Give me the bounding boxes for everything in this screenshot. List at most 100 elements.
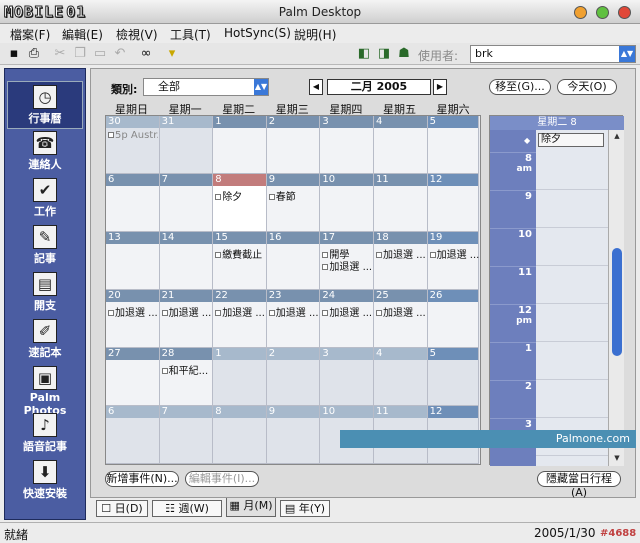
day-cell[interactable]: 22 加退選 ... xyxy=(213,290,267,348)
event-item[interactable]: 5p Austr... xyxy=(108,130,158,141)
day-cell[interactable]: 1 xyxy=(213,116,267,174)
sidebar-item-3[interactable]: ✎ 記事 xyxy=(7,222,83,270)
day-cell[interactable]: 27 xyxy=(106,348,160,406)
event-item[interactable]: 加退選 ... xyxy=(161,304,212,319)
time-slot[interactable] xyxy=(536,266,608,304)
find-binoculars-icon[interactable]: ∞ xyxy=(138,46,154,62)
edit-event-button[interactable]: 編輯事件(I)... xyxy=(185,471,259,487)
view-tab-1[interactable]: ☷ 週(W) xyxy=(152,500,222,517)
close-button[interactable] xyxy=(618,6,631,19)
next-month-button[interactable]: ▶ xyxy=(433,79,447,95)
day-cell[interactable]: 9 xyxy=(266,406,321,464)
sidebar-item-4[interactable]: ▤ 開支 xyxy=(7,269,83,317)
copy-icon[interactable]: ❐ xyxy=(72,46,88,62)
all-day-event[interactable]: 除夕 xyxy=(538,133,604,147)
day-cell[interactable]: 6 xyxy=(106,406,160,464)
user-select[interactable]: brk ▲▼ xyxy=(470,45,636,63)
day-cell[interactable]: 24 加退選 ... xyxy=(320,290,374,348)
sidebar-item-1[interactable]: ☎ 連絡人 xyxy=(7,128,83,176)
day-cell[interactable]: 26 xyxy=(427,290,479,348)
day-cell[interactable]: 4 xyxy=(374,116,428,174)
scroll-down-icon[interactable]: ▼ xyxy=(611,454,623,464)
day-scrollbar[interactable]: ▲ ▼ xyxy=(608,130,624,466)
event-item[interactable]: 加退選 ... xyxy=(376,304,426,319)
event-item[interactable]: 加退選 ... xyxy=(322,304,372,319)
day-cell[interactable]: 7 xyxy=(159,174,214,232)
today-button[interactable]: 今天(O) xyxy=(557,79,617,95)
menu-file[interactable]: 檔案(F) xyxy=(10,26,50,43)
menu-view[interactable]: 檢視(V) xyxy=(116,26,158,43)
day-cell[interactable]: 17 開學 加退選 ... xyxy=(320,232,374,290)
day-cell[interactable]: 19 加退選 ... xyxy=(427,232,480,290)
sidebar-item-0[interactable]: ◷ 行事曆 xyxy=(7,81,83,129)
time-slot[interactable] xyxy=(536,380,608,418)
day-cell[interactable]: 8 xyxy=(213,406,267,464)
day-cell[interactable]: 23 加退選 ... xyxy=(266,290,321,348)
time-slot[interactable] xyxy=(536,342,608,380)
user-icon[interactable]: ☗ xyxy=(396,46,412,62)
day-cell[interactable]: 25 加退選 ... xyxy=(374,290,428,348)
scroll-up-icon[interactable]: ▲ xyxy=(611,132,623,142)
day-cell[interactable]: 2 xyxy=(266,116,321,174)
day-cell[interactable]: 5 xyxy=(427,348,479,406)
day-cell[interactable]: 28 和平紀... xyxy=(159,348,214,406)
hotsync-icon[interactable]: ◧ xyxy=(356,46,372,62)
day-cell[interactable]: 13 xyxy=(106,232,160,290)
day-cell[interactable]: 31 xyxy=(159,116,214,174)
day-cell[interactable]: 4 xyxy=(374,348,428,406)
view-tab-2[interactable]: ▦ 月(M) xyxy=(226,498,276,517)
menu-edit[interactable]: 編輯(E) xyxy=(62,26,103,43)
paste-icon[interactable]: ▭ xyxy=(92,46,108,62)
view-tab-3[interactable]: ▤ 年(Y) xyxy=(280,500,330,517)
sidebar-item-8[interactable]: ⬇ 快速安裝 xyxy=(7,457,83,505)
day-cell[interactable]: 3 xyxy=(320,348,374,406)
day-cell[interactable]: 1 xyxy=(213,348,267,406)
day-cell[interactable]: 15 繳費截止 xyxy=(213,232,267,290)
day-cell[interactable]: 11 xyxy=(374,174,428,232)
day-cell[interactable]: 16 xyxy=(266,232,321,290)
save-icon[interactable]: ▪ xyxy=(6,46,22,62)
category-select[interactable]: 全部 ▲▼ xyxy=(143,78,269,96)
event-item[interactable]: 加退選 ... xyxy=(108,304,158,319)
sidebar-item-2[interactable]: ✔ 工作 xyxy=(7,175,83,223)
day-cell[interactable]: 2 xyxy=(266,348,321,406)
time-slot[interactable] xyxy=(536,304,608,342)
time-slot[interactable] xyxy=(536,228,608,266)
day-cell[interactable]: 18 加退選 ... xyxy=(374,232,428,290)
new-event-button[interactable]: 新增事件(N)... xyxy=(105,471,179,487)
sidebar-item-6[interactable]: ▣ Palm Photos xyxy=(7,363,83,417)
day-cell[interactable]: 9 春節 xyxy=(266,174,321,232)
day-cell[interactable]: 8 除夕 xyxy=(213,174,267,232)
event-item[interactable]: 加退選 ... xyxy=(322,258,372,273)
time-slot[interactable] xyxy=(536,190,608,228)
lock-icon[interactable]: ▾ xyxy=(164,46,180,62)
menu-hotsync[interactable]: HotSync(S) xyxy=(224,26,291,40)
goto-button[interactable]: 移至(G)... xyxy=(489,79,551,95)
time-slot[interactable] xyxy=(536,152,608,190)
undo-icon[interactable]: ↶ xyxy=(112,46,128,62)
zoom-button[interactable] xyxy=(596,6,609,19)
hide-day-events-button[interactable]: 隱藏當日行程(A) xyxy=(537,471,621,499)
minimize-button[interactable] xyxy=(574,6,587,19)
day-cell[interactable]: 6 xyxy=(106,174,160,232)
event-item[interactable]: 加退選 ... xyxy=(429,246,480,261)
event-item[interactable]: 和平紀... xyxy=(161,362,212,377)
day-cell[interactable]: 5 xyxy=(427,116,479,174)
event-item[interactable]: 春節 xyxy=(268,188,319,203)
install-tool-icon[interactable]: ◨ xyxy=(376,46,392,62)
prev-month-button[interactable]: ◀ xyxy=(309,79,323,95)
day-cell[interactable]: 12 xyxy=(427,174,479,232)
menu-tools[interactable]: 工具(T) xyxy=(170,26,211,43)
day-cell[interactable]: 10 xyxy=(320,174,374,232)
day-cell[interactable]: 7 xyxy=(159,406,214,464)
view-tab-0[interactable]: ☐ 日(D) xyxy=(96,500,148,517)
event-item[interactable]: 加退選 ... xyxy=(376,246,426,261)
day-cell[interactable]: 14 xyxy=(159,232,214,290)
scroll-thumb[interactable] xyxy=(612,248,622,356)
print-icon[interactable]: ⎙ xyxy=(26,46,42,62)
cut-icon[interactable]: ✂ xyxy=(52,46,68,62)
day-cell[interactable]: 21 加退選 ... xyxy=(159,290,214,348)
event-item[interactable]: 除夕 xyxy=(215,188,265,203)
event-item[interactable]: 加退選 ... xyxy=(215,304,265,319)
day-cell[interactable]: 20 加退選 ... xyxy=(106,290,160,348)
